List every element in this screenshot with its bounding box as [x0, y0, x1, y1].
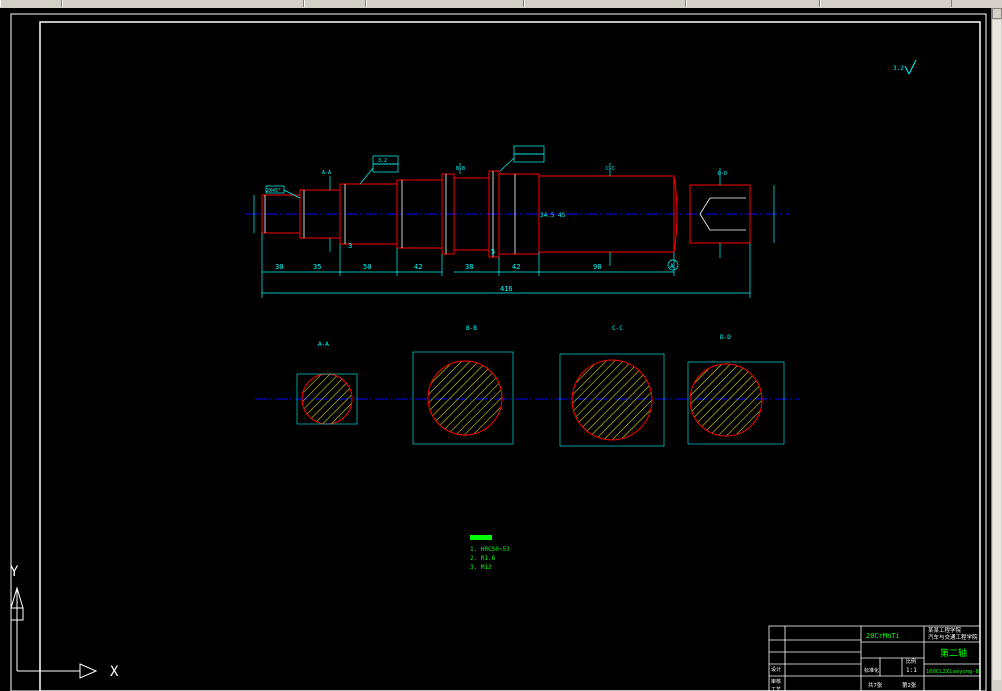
cut-label-d: D-D: [718, 171, 727, 177]
chamfer-label: 2X45°: [266, 188, 281, 194]
drawing-canvas[interactable]: 3.2 30 35 50 42 38 42 98 416 3 5 2X45° 3…: [0, 8, 992, 691]
section-dd-title: D-D: [720, 334, 731, 341]
material-label: 20CrMnTi: [866, 632, 900, 640]
toolbar-icons-left[interactable]: [0, 0, 62, 7]
scroll-track[interactable]: [993, 20, 1001, 680]
cut-label-c: C-C: [606, 166, 615, 172]
color-dropdown[interactable]: [366, 0, 524, 7]
tb-label-scale: 比例: [906, 658, 916, 665]
dim-small-1: 3: [348, 242, 352, 250]
section-cc: C-C: [559, 325, 665, 447]
section-aa: A-A: [296, 341, 358, 425]
dim-4: 42: [414, 263, 422, 271]
drawing-number: 160CL2Xiaoyong-8: [926, 669, 979, 675]
lineweight-dropdown[interactable]: [686, 0, 820, 7]
toolbar-icons-mid[interactable]: [304, 0, 366, 7]
sheet-inner-border: [39, 21, 981, 691]
dim-3: 50: [363, 263, 371, 271]
cut-label-b: B-B: [456, 166, 465, 172]
org-line-1: 某某工程学院: [928, 626, 962, 634]
cad-window: 3.2 30 35 50 42 38 42 98 416 3 5 2X45° 3…: [0, 0, 1002, 691]
linetype-dropdown[interactable]: [524, 0, 686, 7]
dim-overall: 416: [500, 285, 513, 293]
tb-label-process: 工艺: [771, 687, 781, 691]
center-dim: 34.5 45: [540, 212, 566, 219]
dimension-texts: 30 35 50 42 38 42 98 416 3 5 2X45° 34.5 …: [266, 158, 727, 293]
scroll-up-arrow[interactable]: [992, 8, 1002, 19]
ucs-icon: X Y: [10, 564, 119, 680]
note-1: 1. HRC50~53: [470, 546, 510, 553]
ucs-x-label: X: [110, 664, 119, 680]
cut-label-a: A-A: [322, 170, 331, 176]
dim-5: 38: [465, 263, 473, 271]
section-dd: D-D: [687, 334, 785, 445]
ucs-y-label: Y: [10, 564, 19, 580]
dim-6: 42: [512, 263, 520, 271]
org-line-2: 汽车与交通工程学院: [928, 633, 978, 641]
dim-2: 35: [313, 263, 321, 271]
section-bb-title: B-B: [466, 325, 477, 332]
sheet-count: 共7张: [868, 681, 883, 689]
section-aa-title: A-A: [318, 341, 329, 348]
layer-dropdown[interactable]: [62, 0, 304, 7]
note-3: 3. M12: [470, 564, 492, 571]
drawing-title: 第二轴: [940, 647, 967, 659]
scale-value: 1:1: [906, 667, 917, 674]
sheet-index: 第2张: [902, 681, 917, 689]
tb-label-standard: 标准化: [864, 667, 879, 674]
note-2: 2. R1.6: [470, 555, 496, 562]
title-block-text: 20CrMnTi 某某工程学院 汽车与交通工程学院 第二轴 160CL2Xiao…: [771, 626, 979, 691]
plotstyle-dropdown[interactable]: [820, 0, 952, 7]
dimension-lines: [253, 145, 775, 298]
section-bb: B-B: [412, 325, 514, 445]
tb-label-design: 设计: [771, 666, 781, 673]
dim-1: 30: [275, 263, 283, 271]
technical-notes: 1. HRC50~53 2. R1.6 3. M12: [470, 535, 510, 571]
roughness-mark-top: 3.2: [893, 59, 917, 75]
datum-label: A: [670, 263, 674, 270]
roughness-label: 3.2: [378, 158, 387, 164]
dim-7: 98: [593, 263, 601, 271]
sheet-outer-border: [10, 13, 987, 691]
vertical-scrollbar[interactable]: [991, 8, 1002, 691]
dim-small-2: 5: [491, 248, 495, 256]
section-cc-title: C-C: [612, 325, 623, 332]
tb-label-review: 审核: [771, 678, 781, 685]
svg-text:3.2: 3.2: [893, 65, 904, 72]
